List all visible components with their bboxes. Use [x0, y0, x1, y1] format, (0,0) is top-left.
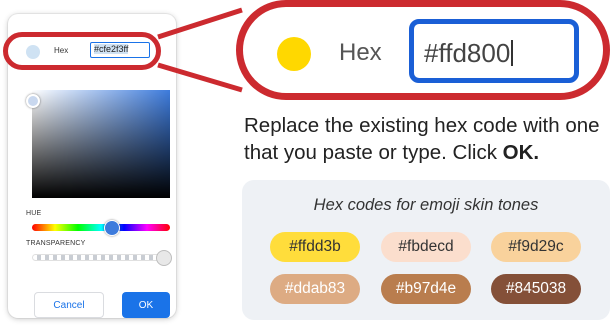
transparency-slider[interactable] — [32, 254, 170, 261]
saturation-area[interactable] — [26, 90, 170, 198]
skin-tone-chip: #b97d4e — [381, 274, 471, 304]
saturation-handle[interactable] — [26, 94, 40, 108]
hue-slider-thumb[interactable] — [104, 220, 120, 236]
instruction-body: Replace the existing hex code with one t… — [244, 114, 600, 164]
instruction-emphasis: OK. — [502, 141, 540, 164]
zoomed-color-swatch — [277, 37, 311, 71]
zoomed-hex-value: #ffd800 — [424, 38, 511, 68]
skin-tones-title: Hex codes for emoji skin tones — [313, 196, 539, 214]
instruction-text: Replace the existing hex code with one t… — [244, 112, 610, 166]
ok-button[interactable]: OK — [122, 292, 170, 318]
hex-row-highlight-ring — [3, 32, 161, 70]
transparency-label: TRANSPARENCY — [26, 240, 86, 247]
zoomed-hex-input[interactable]: #ffd800 — [409, 19, 579, 83]
skin-tone-chip: #845038 — [491, 274, 581, 304]
skin-tone-chip: #f9d29c — [491, 232, 581, 262]
skin-tone-chip: #ddab83 — [270, 274, 360, 304]
skin-tones-panel: Hex codes for emoji skin tones #ffdd3b #… — [242, 180, 610, 320]
skin-tone-chip: #ffdd3b — [270, 232, 360, 262]
zoomed-hex-label: Hex — [339, 39, 382, 66]
text-caret — [511, 40, 513, 66]
hue-label: HUE — [26, 210, 42, 217]
cancel-button[interactable]: Cancel — [34, 292, 104, 318]
hue-slider[interactable] — [32, 224, 170, 231]
zoomed-hex-callout: Hex #ffd800 — [236, 0, 610, 100]
transparency-slider-thumb[interactable] — [156, 250, 172, 266]
skin-tone-chip: #fbdecd — [381, 232, 471, 262]
